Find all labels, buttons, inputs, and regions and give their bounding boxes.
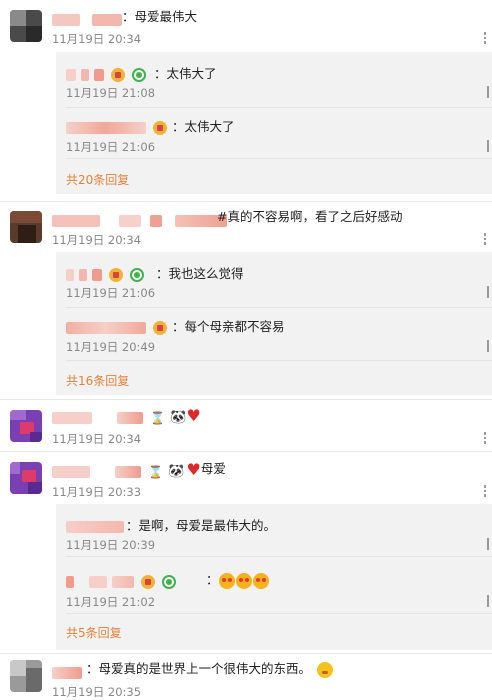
separator (66, 613, 492, 614)
reply-username[interactable] (66, 516, 124, 533)
more-options-icon[interactable] (484, 485, 492, 497)
comment-item: ：母爱最伟大 11月19日 20:34 ：太伟大了 11月19日 21:08 ：… (0, 0, 492, 200)
verified-badge-icon (162, 574, 177, 589)
view-more-replies-link[interactable]: 共16条回复 (66, 372, 129, 389)
vip-badge-icon (141, 574, 156, 589)
more-options-icon[interactable] (487, 140, 492, 152)
reply-box: ：是啊，母爱是最伟大的。 11月19日 20:39 ： 11月19日 21:02… (56, 504, 492, 650)
avatar[interactable] (10, 660, 42, 692)
username[interactable] (52, 662, 82, 679)
reply-text: ：太伟大了 (172, 119, 235, 134)
timestamp: 11月19日 20:34 (52, 233, 142, 247)
more-options-icon[interactable] (487, 86, 492, 98)
separator (66, 158, 492, 159)
reply-text: ：太伟大了 (154, 66, 217, 81)
reply-box: ：我也这么觉得 11月19日 21:06 ：每个母亲都不容易 11月19日 20… (56, 252, 492, 395)
timestamp: 11月19日 20:34 (52, 32, 142, 46)
comment-text: ：母爱最伟大 (122, 9, 198, 24)
reply-item: ：是啊，母爱是最伟大的。 11月19日 20:39 (56, 504, 492, 556)
reply-text: ：我也这么觉得 (156, 266, 244, 281)
reply-item: ：太伟大了 11月19日 21:08 (56, 52, 492, 108)
reply-username[interactable] (66, 264, 145, 282)
kiss-face-icon (235, 572, 252, 589)
reply-username[interactable] (66, 317, 168, 335)
avatar[interactable] (10, 410, 42, 442)
separator (66, 360, 492, 361)
username[interactable]: ⌛ 🐼 (52, 407, 186, 425)
username[interactable]: ⌛ 🐼 (52, 461, 184, 479)
comment-text: ：母爱真的是世界上一个很伟大的东西。 (86, 661, 334, 678)
reply-timestamp: 11月19日 20:49 (66, 340, 156, 354)
comment-item: ⌛ 🐼 ：♥ 11月19日 20:34 (0, 400, 492, 452)
reply-text: ： (206, 569, 270, 589)
flushed-face-icon (317, 661, 334, 678)
reply-timestamp: 11月19日 21:06 (66, 140, 156, 154)
more-options-icon[interactable] (484, 32, 492, 44)
more-options-icon[interactable] (487, 538, 492, 550)
more-options-icon[interactable] (487, 286, 492, 298)
reply-username[interactable] (66, 571, 177, 589)
reply-username[interactable] (66, 64, 147, 82)
username[interactable] (52, 210, 228, 227)
vip-badge-icon (109, 267, 124, 282)
kiss-face-icon (252, 572, 269, 589)
heart-icon: ♥ (186, 405, 201, 425)
reply-box: ：太伟大了 11月19日 21:08 ：太伟大了 11月19日 21:06 共2… (56, 52, 492, 194)
username[interactable] (52, 9, 122, 26)
reply-item: ： 11月19日 21:02 (56, 557, 492, 612)
reply-text: ：是啊，母爱是最伟大的。 (126, 518, 277, 533)
more-options-icon[interactable] (487, 595, 492, 607)
avatar[interactable] (10, 462, 42, 494)
timestamp: 11月19日 20:33 (52, 485, 142, 499)
comment-item: ⌛ 🐼 ：♥母爱 11月19日 20:33 ：是啊，母爱是最伟大的。 11月19… (0, 452, 492, 652)
comment-text: ：♥ (174, 405, 201, 425)
heart-icon: ♥ (186, 459, 201, 479)
avatar[interactable] (10, 10, 42, 42)
verified-badge-icon (132, 67, 147, 82)
more-options-icon[interactable] (484, 233, 492, 245)
reply-item: ：我也这么觉得 11月19日 21:06 (56, 252, 492, 307)
reply-timestamp: 11月19日 20:39 (66, 538, 156, 552)
more-options-icon[interactable] (484, 432, 492, 444)
reply-timestamp: 11月19日 21:02 (66, 595, 156, 609)
avatar[interactable] (10, 211, 42, 243)
reply-text: ：每个母亲都不容易 (172, 319, 285, 334)
comment-item: ：母爱真的是世界上一个很伟大的东西。 11月19日 20:35 (0, 654, 492, 699)
timestamp: 11月19日 20:34 (52, 432, 142, 446)
vip-badge-icon (111, 67, 126, 82)
hourglass-icon: ⌛ (150, 410, 166, 425)
hourglass-icon: ⌛ (148, 464, 164, 479)
reply-item: ：太伟大了 11月19日 21:06 (56, 108, 492, 158)
view-more-replies-link[interactable]: 共20条回复 (66, 171, 129, 188)
vip-badge-icon (153, 120, 168, 135)
comment-text: #真的不容易啊，看了之后好感动 (217, 209, 403, 224)
vip-badge-icon (153, 320, 168, 335)
kiss-face-icon (218, 572, 235, 589)
timestamp: 11月19日 20:35 (52, 685, 142, 699)
reply-username[interactable] (66, 117, 168, 135)
reply-timestamp: 11月19日 21:06 (66, 286, 156, 300)
reply-item: ：每个母亲都不容易 11月19日 20:49 (56, 308, 492, 360)
comment-item: #真的不容易啊，看了之后好感动 11月19日 20:34 ：我也这么觉得 11月… (0, 202, 492, 398)
comment-text: ：♥母爱 (174, 459, 226, 479)
reply-timestamp: 11月19日 21:08 (66, 86, 156, 100)
more-options-icon[interactable] (487, 340, 492, 352)
verified-badge-icon (130, 267, 145, 282)
view-more-replies-link[interactable]: 共5条回复 (66, 624, 122, 641)
